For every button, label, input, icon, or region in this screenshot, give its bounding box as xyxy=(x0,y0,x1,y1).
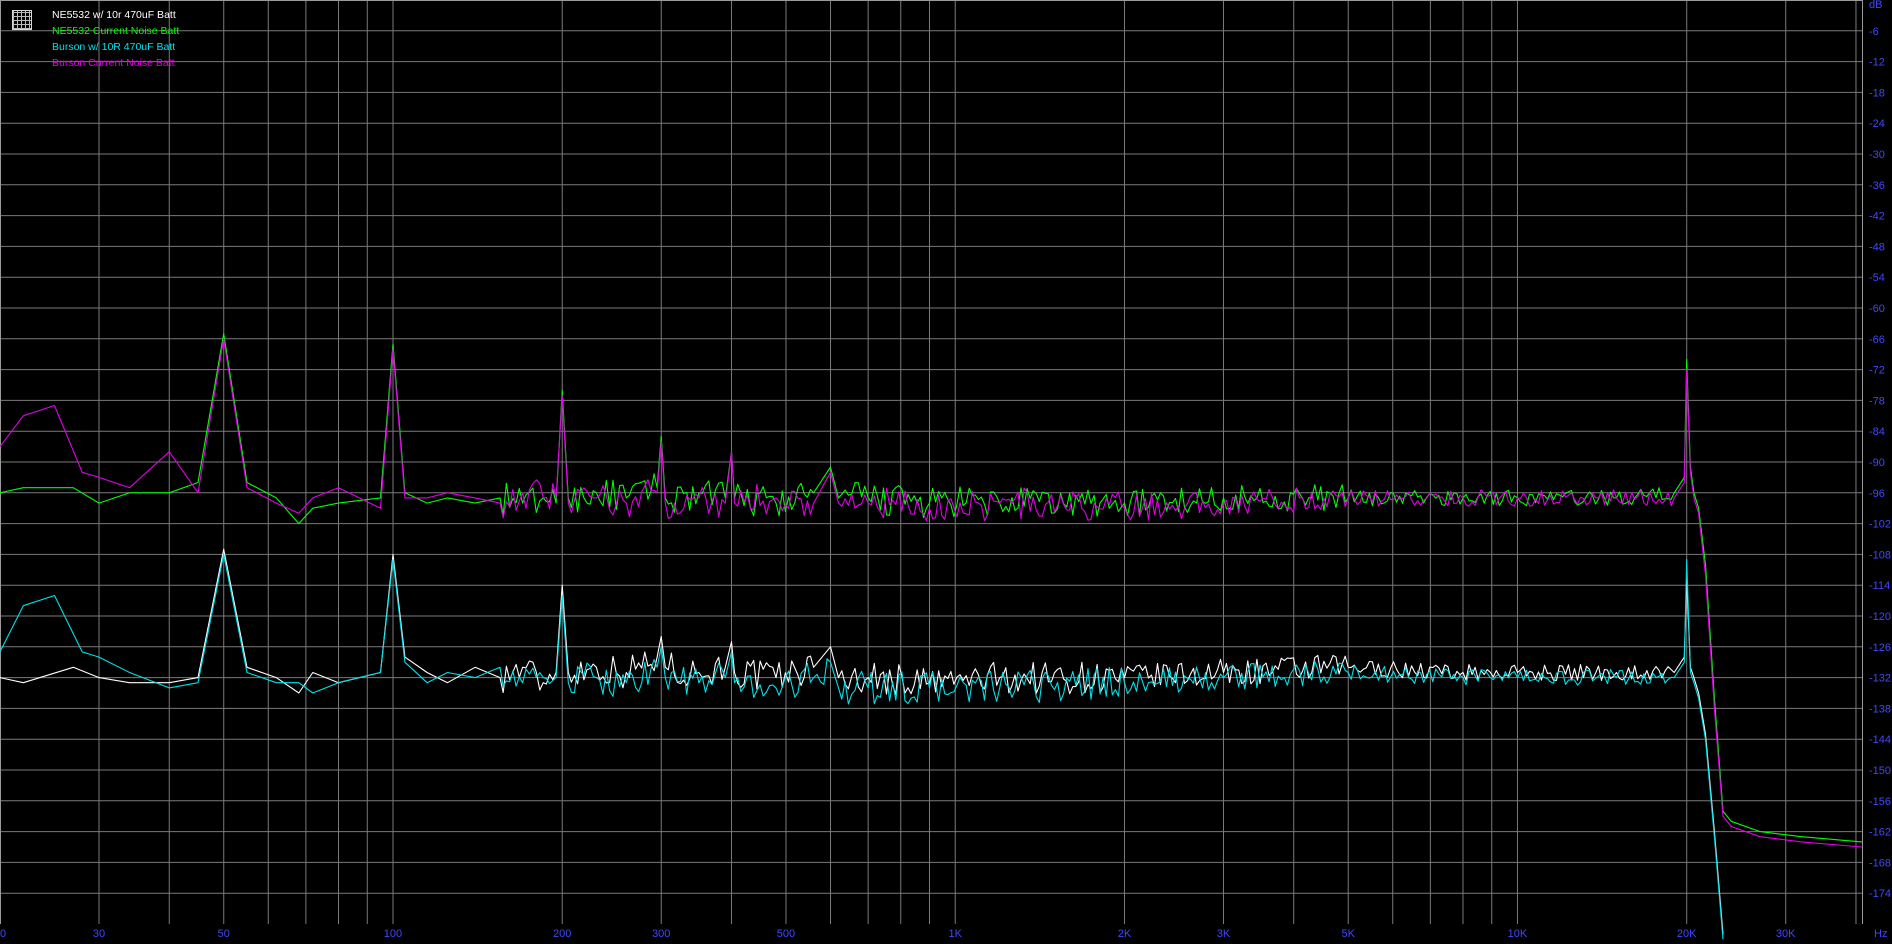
x-tick-label: 5K xyxy=(1341,928,1355,940)
legend-item: Burson w/ 10R 470uF Batt xyxy=(52,41,176,53)
x-tick-label: 1K xyxy=(948,928,962,940)
legend-item: NE5532 Current Noise Batt xyxy=(52,25,180,37)
x-tick-label: 200 xyxy=(553,928,571,940)
y-tick-label: dB xyxy=(1869,0,1882,11)
y-tick-label: -54 xyxy=(1869,272,1885,284)
y-tick-label: -60 xyxy=(1869,303,1885,315)
x-tick-label: 300 xyxy=(652,928,670,940)
y-tick-label: -84 xyxy=(1869,426,1885,438)
y-tick-label: -120 xyxy=(1869,611,1891,623)
legend-item: NE5532 w/ 10r 470uF Batt xyxy=(52,9,176,21)
x-tick-label: 20K xyxy=(1677,928,1697,940)
y-tick-label: -132 xyxy=(1869,673,1891,685)
y-tick-label: -48 xyxy=(1869,241,1885,253)
y-tick-label: -66 xyxy=(1869,334,1885,346)
y-tick-label: -30 xyxy=(1869,149,1885,161)
x-tick-label: 30 xyxy=(93,928,105,940)
y-tick-label: -24 xyxy=(1869,118,1885,130)
x-tick-label: 3K xyxy=(1217,928,1231,940)
x-tick-label: 50 xyxy=(218,928,230,940)
x-tick-label: 500 xyxy=(777,928,795,940)
y-tick-label: -108 xyxy=(1869,549,1891,561)
y-tick-label: -6 xyxy=(1869,26,1879,38)
y-tick-label: -114 xyxy=(1869,580,1890,592)
spectrum-window: dB -6 -12 -18 -24 -30 -36 -42 -48 -54 -60 -66 -72 -78… xyxy=(0,0,1892,944)
x-tick-label: 100 xyxy=(384,928,402,940)
x-unit-label: Hz xyxy=(1874,928,1887,940)
series-line xyxy=(0,333,1863,843)
y-tick-label: -72 xyxy=(1869,365,1885,377)
x-axis-strip xyxy=(0,924,1892,944)
x-tick-label: 10K xyxy=(1508,928,1528,940)
x-tick-label: 2K xyxy=(1118,928,1132,940)
series-line xyxy=(0,553,1724,940)
y-tick-label: -126 xyxy=(1869,642,1891,654)
legend-grid-icon[interactable] xyxy=(12,10,32,30)
y-tick-label: -162 xyxy=(1869,827,1891,839)
x-tick-label: 20 xyxy=(0,928,6,940)
y-tick-label: -12 xyxy=(1869,57,1885,69)
legend: NE5532 w/ 10r 470uF Batt NE5532 Current … xyxy=(12,6,187,69)
y-tick-label: -138 xyxy=(1869,703,1891,715)
series-line xyxy=(0,338,1863,848)
x-tick-label: 30K xyxy=(1776,928,1796,940)
y-tick-label: -144 xyxy=(1869,734,1891,746)
y-tick-label: -96 xyxy=(1869,488,1885,500)
y-tick-label: -102 xyxy=(1869,519,1891,531)
spectrum-chart: dB -6 -12 -18 -24 -30 -36 -42 -48 -54 -60 -66 -72 -78… xyxy=(0,0,1892,944)
legend-item: Burson Current Noise Batt xyxy=(52,57,175,69)
y-tick-label: -174 xyxy=(1869,888,1891,900)
y-tick-label: -90 xyxy=(1869,457,1885,469)
y-tick-label: -78 xyxy=(1869,395,1885,407)
y-tick-label: -150 xyxy=(1869,765,1891,777)
y-tick-label: -18 xyxy=(1869,87,1885,99)
y-tick-label: -168 xyxy=(1869,857,1891,869)
y-tick-label: -156 xyxy=(1869,796,1891,808)
series-line xyxy=(0,548,1724,935)
y-tick-label: -42 xyxy=(1869,211,1885,223)
y-tick-label: -36 xyxy=(1869,180,1885,192)
